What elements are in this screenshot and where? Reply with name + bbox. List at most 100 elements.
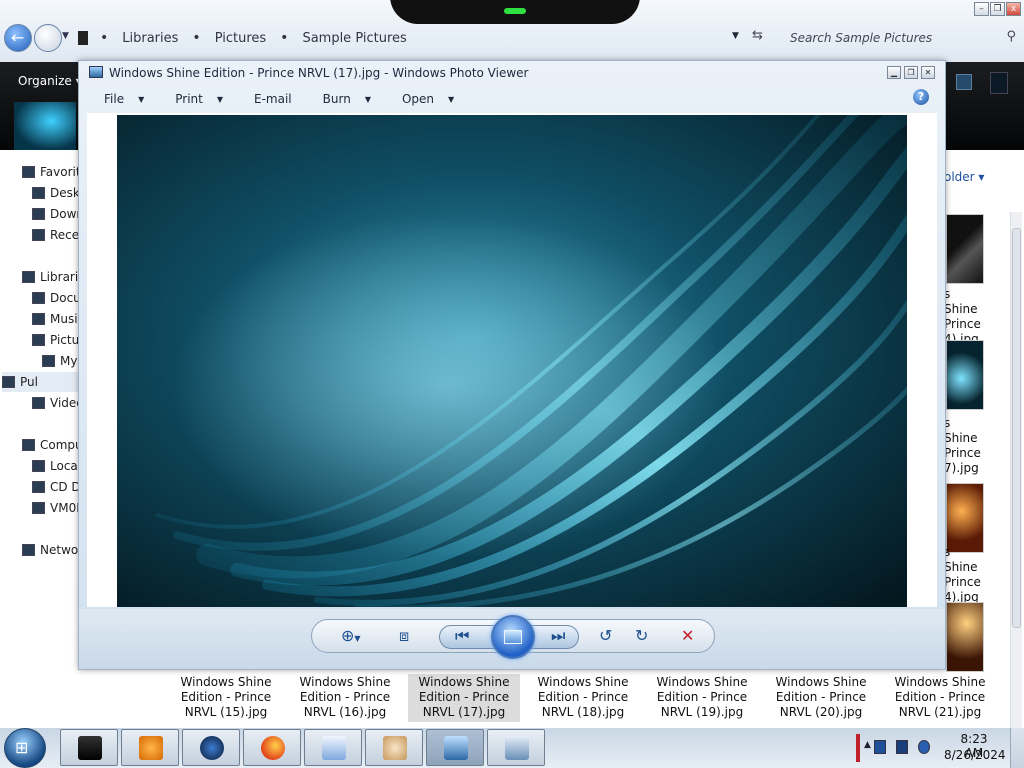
file-name-line: Edition - Prince [537, 690, 629, 704]
maximize-button[interactable]: ❐ [990, 2, 1005, 16]
back-button[interactable]: ← [4, 24, 32, 52]
nav-item[interactable]: Pul [2, 372, 80, 392]
arrange-by-folder-link[interactable]: older ▾ [944, 170, 984, 184]
taskbar-button[interactable] [304, 729, 362, 766]
taskbar-button[interactable] [365, 729, 423, 766]
view-options-icon[interactable] [956, 74, 972, 90]
search-placeholder: Search Sample Pictures [790, 31, 933, 45]
search-icon[interactable]: ⚲ [1006, 29, 1016, 44]
rotate-left-icon[interactable]: ↺ [599, 627, 612, 645]
close-button[interactable]: ✕ [921, 66, 935, 79]
zoom-dropdown-icon[interactable]: ▼ [354, 634, 360, 643]
nav-item[interactable]: CD D [32, 477, 80, 497]
previous-icon[interactable]: ⏮ [455, 627, 469, 645]
organize-button[interactable]: Organize ▾ [18, 74, 82, 88]
file-item[interactable]: Windows Shine Edition - Prince NRVL (17).j… [408, 674, 520, 722]
menu-label: File [104, 92, 125, 106]
taskbar-button[interactable] [487, 729, 545, 766]
computer-icon [22, 439, 35, 451]
menu-email[interactable]: E-mail [235, 88, 304, 110]
history-dropdown-icon[interactable]: ▼ [62, 31, 69, 41]
next-icon[interactable]: ⏭ [551, 627, 565, 645]
nav-item[interactable]: Compu [22, 435, 80, 455]
file-item[interactable]: Windows Shine Edition - Prince NRVL (18).j… [527, 674, 639, 722]
zoom-icon[interactable]: ⊕▼ [341, 627, 361, 648]
file-item[interactable]: Windows Shine Edition - Prince NRVL (21).j… [884, 674, 996, 722]
forward-button[interactable] [34, 24, 62, 52]
action-center-icon[interactable] [874, 740, 886, 754]
nav-item[interactable]: Musi [32, 309, 78, 329]
nav-item[interactable]: Desk [32, 183, 80, 203]
file-thumbnail[interactable] [946, 483, 984, 553]
rotate-right-icon[interactable]: ↻ [635, 627, 648, 645]
start-button[interactable]: ⊞ [4, 728, 46, 768]
minimize-button[interactable]: – [974, 2, 989, 16]
file-thumbnail[interactable] [946, 602, 984, 672]
volume-icon[interactable] [918, 740, 930, 754]
videos-icon [32, 397, 45, 409]
maximize-button[interactable]: ❐ [904, 66, 918, 79]
menu-open[interactable]: Open ▼ [383, 88, 466, 110]
nav-item[interactable]: Rece [32, 225, 79, 245]
vertical-scrollbar[interactable] [1010, 212, 1022, 728]
taskbar-button[interactable] [243, 729, 301, 766]
nav-item[interactable]: VM0I [32, 498, 80, 518]
menu-burn[interactable]: Burn ▼ [304, 88, 383, 110]
file-thumbnail[interactable] [946, 340, 984, 410]
caption-line: 7).jpg [944, 461, 979, 475]
show-hidden-icons-icon[interactable]: ▲ [864, 740, 871, 750]
menu-print[interactable]: Print ▼ [156, 88, 235, 110]
refresh-icon[interactable]: ⇆ [752, 28, 763, 43]
displayed-photo[interactable] [117, 115, 907, 607]
taskbar-button[interactable] [426, 729, 484, 766]
nav-item[interactable]: Dowr [32, 204, 80, 224]
file-name-line: Edition - Prince [775, 690, 867, 704]
file-thumbnail[interactable] [946, 214, 984, 284]
nav-item-label: VM0I [50, 501, 80, 515]
nav-item[interactable]: My [42, 351, 77, 371]
nav-item[interactable]: Librari [22, 267, 78, 287]
taskbar-button[interactable] [60, 729, 118, 766]
wallpaper-image [117, 115, 907, 607]
file-item[interactable]: Windows Shine Edition - Prince NRVL (19).j… [646, 674, 758, 722]
minimize-button[interactable]: ▁ [887, 66, 901, 79]
actual-size-icon[interactable]: ⧈ [399, 627, 409, 645]
file-item[interactable]: Windows Shine Edition - Prince NRVL (16).j… [289, 674, 401, 722]
file-item[interactable]: Windows Shine Edition - Prince NRVL (15).j… [170, 674, 282, 722]
show-desktop-button[interactable] [1010, 728, 1024, 768]
nav-item[interactable]: Netwo [22, 540, 78, 560]
nav-item[interactable]: Pictu [32, 330, 79, 350]
arrange-label: older [944, 170, 975, 184]
address-dropdown-icon[interactable]: ▼ [732, 31, 739, 41]
slideshow-button[interactable] [491, 615, 535, 659]
preview-pane-icon[interactable] [990, 72, 1008, 94]
taskbar-button[interactable] [121, 729, 179, 766]
search-input[interactable]: Search Sample Pictures ⚲ [780, 26, 1020, 50]
caption-line: s Shine [944, 416, 978, 445]
breadcrumb-sample-pictures[interactable]: Sample Pictures [302, 31, 406, 46]
nav-item[interactable]: Videc [32, 393, 80, 413]
nav-item-label: Videc [50, 396, 80, 410]
nav-item[interactable]: Docu [32, 288, 80, 308]
taskbar-button[interactable] [182, 729, 240, 766]
help-icon[interactable]: ? [913, 89, 929, 105]
file-name-line: NRVL (21).jpg [898, 705, 982, 719]
folder-icon [2, 376, 15, 388]
breadcrumb-pictures[interactable]: Pictures [215, 31, 266, 46]
scrollbar-thumb[interactable] [1012, 228, 1021, 628]
delete-icon[interactable]: ✕ [681, 626, 694, 645]
file-item[interactable]: Windows Shine Edition - Prince NRVL (20).j… [765, 674, 877, 722]
nav-item[interactable]: Loca [32, 456, 78, 476]
breadcrumb-libraries[interactable]: Libraries [122, 31, 178, 46]
nav-item-label: Favorit [40, 165, 80, 179]
menu-bar: File ▼ Print ▼ E-mail Burn ▼ Open ▼ [85, 87, 941, 111]
caption-line: Prince [944, 317, 981, 331]
file-name-line: Edition - Prince [180, 690, 272, 704]
title-bar[interactable]: Windows Shine Edition - Prince NRVL (17)… [79, 61, 945, 85]
nav-item[interactable]: Favorit [22, 162, 80, 182]
recent-places-icon [32, 229, 45, 241]
menu-file[interactable]: File ▼ [85, 88, 156, 110]
close-button[interactable]: x [1006, 2, 1021, 16]
network-icon[interactable] [896, 740, 908, 754]
clock-date[interactable]: 8/26/2024 [944, 748, 1006, 762]
